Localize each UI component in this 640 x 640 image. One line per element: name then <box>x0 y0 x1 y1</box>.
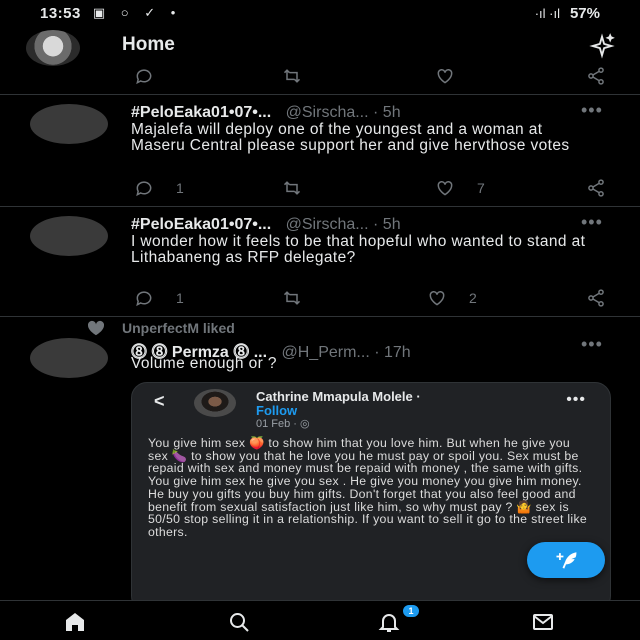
notification-icons: ▣ ○ ✓ • <box>92 5 182 20</box>
top-bar: Home <box>0 26 640 66</box>
reply-button[interactable] <box>134 66 154 86</box>
retweet-button[interactable] <box>282 178 302 198</box>
reply-button[interactable]: 1 <box>134 178 184 198</box>
heart-icon <box>87 320 105 336</box>
nav-search[interactable] <box>222 609 256 635</box>
reply-icon <box>136 181 152 197</box>
share-button[interactable] <box>586 288 606 308</box>
like-button[interactable]: 2 <box>427 288 477 308</box>
compose-icon <box>556 552 577 569</box>
share-icon <box>588 179 604 197</box>
status-right: ·ıl ·ıl 57% <box>535 5 600 22</box>
compose-button[interactable] <box>527 542 605 578</box>
like-button[interactable]: 7 <box>435 178 485 198</box>
tweet-actions: 1 2 <box>0 288 640 312</box>
tweet-text: Majalefa will deploy one of the youngest… <box>131 121 570 154</box>
social-context: UnperfectM liked <box>84 320 235 336</box>
battery-level: 57% <box>569 4 600 22</box>
tweet-media-image[interactable]: < Cathrine Mmapula Molele · Follow 01 Fe… <box>131 382 611 612</box>
retweet-icon <box>283 69 301 83</box>
reply-button[interactable]: 1 <box>134 288 184 308</box>
tweet-more-icon[interactable]: ••• <box>581 334 603 355</box>
share-icon <box>588 67 604 85</box>
previous-tweet-actions <box>0 66 640 90</box>
home-icon <box>66 613 84 631</box>
embed-more-icon: ••• <box>566 391 586 408</box>
tweet-more-icon[interactable]: ••• <box>581 212 603 233</box>
share-icon <box>588 289 604 307</box>
retweet-icon <box>283 181 301 195</box>
tweet-text: I wonder how it feels to be that hopeful… <box>131 233 586 266</box>
tweet-avatar[interactable] <box>30 104 108 144</box>
signal-icon: ·ıl ·ıl <box>534 5 560 21</box>
like-count: 2 <box>469 290 477 306</box>
retweet-button[interactable] <box>282 288 302 308</box>
tweet-header: #PeloEaka01•07•... @Sirscha... · 5h ••• <box>131 100 602 122</box>
back-arrow-icon: < <box>154 391 165 411</box>
share-button[interactable] <box>586 66 606 86</box>
bottom-nav <box>0 600 640 640</box>
tweet-more-icon[interactable]: ••• <box>581 100 603 121</box>
embed-date: 01 Feb · ◎ <box>256 418 310 430</box>
profile-avatar[interactable] <box>26 30 80 66</box>
status-time: 13:53 <box>40 4 81 22</box>
embed-avatar <box>194 389 236 417</box>
mail-icon <box>533 614 553 630</box>
tweet-avatar[interactable] <box>30 216 108 256</box>
tweet-author-name[interactable]: #PeloEaka01•07•... <box>131 216 271 233</box>
reply-count: 1 <box>176 290 184 306</box>
tweet-author-name[interactable]: #PeloEaka01•07•... <box>131 104 271 121</box>
share-button[interactable] <box>586 178 606 198</box>
reply-count: 1 <box>176 180 184 196</box>
embed-author-name: Cathrine Mmapula Molele · <box>256 389 421 404</box>
heart-icon <box>437 180 453 196</box>
tweet-avatar[interactable] <box>30 338 108 378</box>
tweet-handle-time: @Sirscha... · 5h <box>285 216 401 233</box>
status-bar: 13:53 ▣ ○ ✓ • ·ıl ·ıl 57% <box>0 0 640 26</box>
page-title: Home <box>122 34 175 55</box>
nav-home[interactable] <box>58 609 92 635</box>
embed-follow-link: Follow <box>256 403 298 418</box>
heart-icon <box>437 68 453 84</box>
tweet-text: Volume enough or ? <box>131 355 277 372</box>
nav-notifications[interactable] <box>372 609 406 635</box>
embed-post-text: You give him sex 🍑 to show him that you … <box>148 436 588 539</box>
retweet-icon <box>283 291 301 305</box>
reply-icon <box>136 69 152 85</box>
bell-icon <box>378 614 400 632</box>
reply-icon <box>136 291 152 307</box>
tweet-header: #PeloEaka01•07•... @Sirscha... · 5h ••• <box>131 212 602 234</box>
notifications-badge: 1 <box>402 604 420 618</box>
search-icon <box>230 613 249 632</box>
tweet-handle-time: @Sirscha... · 5h <box>285 104 401 121</box>
like-button[interactable] <box>435 66 455 86</box>
sparkle-icon[interactable] <box>588 32 616 60</box>
retweet-button[interactable] <box>282 66 302 86</box>
like-count: 7 <box>477 180 485 196</box>
divider <box>0 316 640 317</box>
divider <box>0 206 640 207</box>
liked-by-text[interactable]: UnperfectM liked <box>122 320 235 336</box>
tweet-actions: 1 7 <box>0 178 640 202</box>
heart-icon <box>429 290 445 306</box>
divider <box>0 94 640 95</box>
nav-messages[interactable] <box>526 609 560 635</box>
